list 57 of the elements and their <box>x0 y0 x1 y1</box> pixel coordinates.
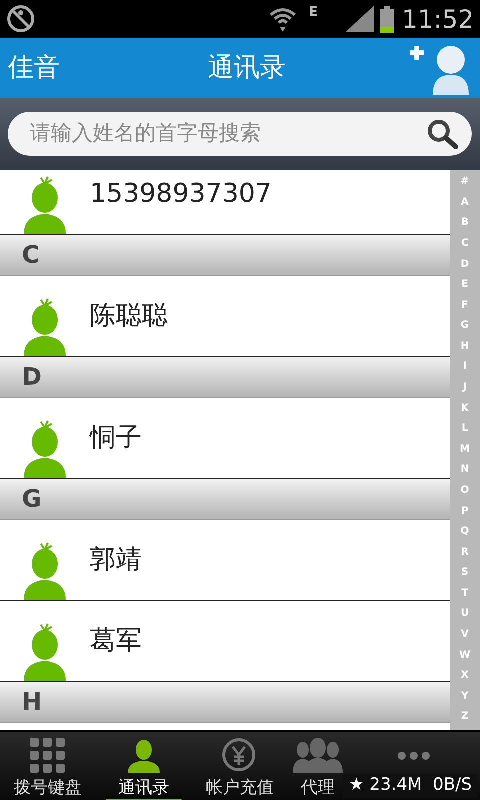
person-icon <box>126 738 162 774</box>
index-letter[interactable]: D <box>460 260 470 270</box>
index-letter[interactable]: # <box>460 177 470 188</box>
network-type-label: E <box>309 4 318 22</box>
contact-name: 15398937307 <box>90 178 272 210</box>
index-letter[interactable]: V <box>461 630 469 640</box>
index-letter[interactable]: U <box>460 609 470 620</box>
index-letter[interactable]: J <box>463 383 467 394</box>
contact-name: 葛军 <box>90 624 142 658</box>
nav-tab[interactable]: 通讯录 <box>96 732 192 800</box>
index-letter[interactable]: W <box>459 650 471 661</box>
contact-name: 郭靖 <box>90 544 142 576</box>
index-letter[interactable]: C <box>461 239 469 250</box>
section-letter: D <box>22 362 42 393</box>
index-letter[interactable]: M <box>460 444 470 455</box>
search-icon <box>426 118 458 150</box>
index-letter[interactable]: Q <box>460 527 470 538</box>
dialpad-icon <box>30 738 66 774</box>
contact-row[interactable]: 郭靖 <box>0 520 450 601</box>
index-letter[interactable]: T <box>462 588 468 599</box>
index-letter[interactable]: A <box>461 198 469 208</box>
index-letter[interactable]: N <box>460 465 470 476</box>
clock-time: 11:52 <box>402 6 474 32</box>
index-letter[interactable]: Y <box>461 692 469 702</box>
index-letter[interactable]: L <box>462 424 468 434</box>
nav-tab[interactable]: 帐户充值 <box>192 732 288 800</box>
alphabet-index-bar[interactable]: # A B C D E F G H I J K L M N O P Q R S T U V W X Y Z <box>450 170 480 730</box>
section-letter: C <box>22 240 40 271</box>
index-letter[interactable]: H <box>460 342 470 352</box>
index-letter[interactable]: K <box>461 404 469 414</box>
nav-tab[interactable]: 代理 <box>288 732 348 800</box>
nav-tab[interactable]: 拨号键盘 <box>0 732 96 800</box>
index-letter[interactable]: S <box>461 568 469 578</box>
index-letter[interactable]: E <box>462 280 468 290</box>
contact-name: 恫子 <box>90 422 142 454</box>
section-letter: H <box>22 687 42 718</box>
contact-name: 陈聪聪 <box>90 300 168 332</box>
index-letter[interactable]: G <box>460 321 470 332</box>
signal-icon <box>346 6 374 32</box>
more-icon <box>398 752 430 760</box>
index-letter[interactable]: I <box>463 362 467 372</box>
index-letter[interactable]: P <box>461 506 469 517</box>
index-letter[interactable]: F <box>462 300 468 311</box>
app-name: 佳音 <box>8 52 61 84</box>
index-letter[interactable]: X <box>461 671 469 682</box>
battery-icon <box>380 6 394 32</box>
network-speed-text: ★ 23.4M 0B/S <box>349 774 472 798</box>
index-letter[interactable]: B <box>461 218 469 228</box>
index-letter[interactable]: R <box>461 548 469 558</box>
yen-coin-icon <box>222 738 258 774</box>
index-letter[interactable]: O <box>460 486 470 496</box>
accessibility-icon <box>6 4 36 34</box>
index-letter[interactable]: Z <box>461 712 469 722</box>
section-letter: G <box>22 484 42 515</box>
search-box[interactable]: 请输入姓名的首字母搜索 <box>8 112 472 156</box>
page-title: 通讯录 <box>207 52 287 84</box>
group-icon <box>293 738 343 774</box>
